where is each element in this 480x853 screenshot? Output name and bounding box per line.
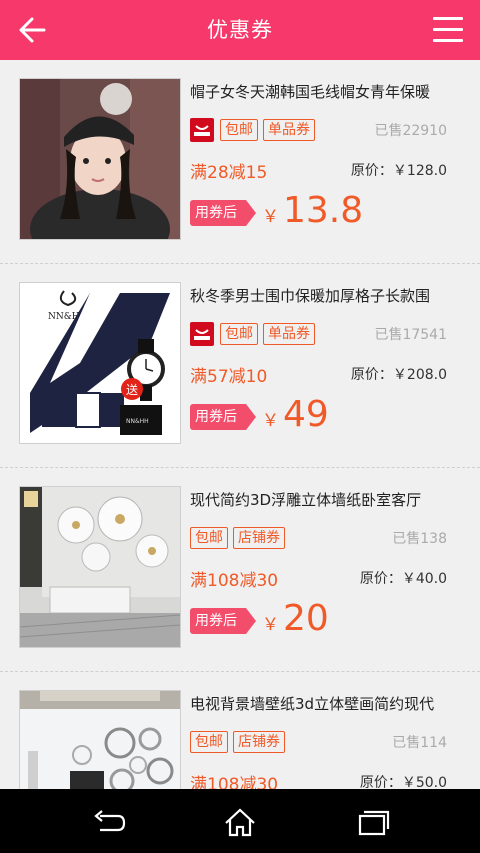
sold-count: 已售114 (392, 735, 447, 751)
box-label: NN&HH (126, 418, 149, 425)
menu-icon[interactable] (430, 12, 466, 48)
tag-free-shipping: 包邮 (220, 323, 258, 345)
list-item[interactable]: 现代简约3D浮雕立体墙纸卧室客厅 包邮 店铺券 已售138 满108减30 原价… (0, 468, 480, 672)
coupon-price: ￥ 20 (262, 598, 329, 639)
tag-row: 包邮 单品券 (190, 118, 320, 142)
tmall-logo-icon (190, 118, 214, 142)
after-coupon-badge: 用券后 (190, 608, 256, 634)
price-value: 13.8 (283, 190, 364, 231)
tag-row: 包邮 店铺券 (190, 730, 290, 754)
discount-rule: 满108减30 (190, 775, 279, 789)
app-bar: 优惠券 (0, 0, 480, 60)
list-item[interactable]: 帽子女冬天潮韩国毛线帽女青年保暖 包邮 单品券 已售22910 满28减15 原… (0, 60, 480, 264)
product-image[interactable] (19, 486, 181, 648)
tag-free-shipping: 包邮 (190, 527, 228, 549)
gift-label: 送 (126, 382, 138, 397)
coupon-price: ￥ 13.8 (262, 190, 363, 231)
tag-free-shipping: 包邮 (220, 119, 258, 141)
page-title: 优惠券 (207, 18, 273, 42)
product-title: 电视背景墙壁纸3d立体壁画简约现代 (190, 695, 435, 713)
discount-rule: 满28减15 (190, 163, 268, 183)
original-price: 原价：￥208.0 (350, 367, 447, 383)
product-image[interactable]: NN&HH 送 NN&HH (19, 282, 181, 444)
discount-rule: 满108减30 (190, 571, 279, 591)
currency-symbol: ￥ (262, 207, 279, 227)
nav-back-icon[interactable] (88, 807, 128, 837)
after-coupon-badge: 用券后 (190, 404, 256, 430)
coupon-price: ￥ 49 (262, 394, 329, 435)
tag-coupon-type: 单品券 (263, 323, 315, 345)
price-value: 49 (283, 394, 329, 435)
product-image[interactable] (19, 690, 181, 789)
currency-symbol: ￥ (262, 411, 279, 431)
sold-count: 已售22910 (374, 123, 447, 139)
nav-recent-apps-icon[interactable] (352, 807, 392, 837)
tag-coupon-type: 店铺券 (233, 731, 285, 753)
nav-home-icon[interactable] (220, 807, 260, 837)
original-price: 原价：￥40.0 (359, 571, 447, 587)
original-price: 原价：￥50.0 (359, 775, 447, 789)
tag-coupon-type: 店铺券 (233, 527, 285, 549)
tag-free-shipping: 包邮 (190, 731, 228, 753)
tag-row: 包邮 单品券 (190, 322, 320, 346)
sold-count: 已售17541 (374, 327, 447, 343)
discount-rule: 满57减10 (190, 367, 268, 387)
product-title: 帽子女冬天潮韩国毛线帽女青年保暖 (190, 83, 431, 101)
system-nav-bar (0, 789, 480, 853)
product-title: 现代简约3D浮雕立体墙纸卧室客厅 (190, 491, 422, 509)
tag-coupon-type: 单品券 (263, 119, 315, 141)
list-item[interactable]: 电视背景墙壁纸3d立体壁画简约现代 包邮 店铺券 已售114 满108减30 原… (0, 672, 480, 789)
list-item[interactable]: NN&HH 送 NN&HH 秋冬季男士围巾保暖加厚格子长款围 包邮 单品券 已售… (0, 264, 480, 468)
tag-row: 包邮 店铺券 (190, 526, 290, 550)
price-value: 20 (283, 598, 329, 639)
product-title: 秋冬季男士围巾保暖加厚格子长款围 (190, 287, 431, 305)
after-coupon-badge: 用券后 (190, 200, 256, 226)
coupon-list[interactable]: 帽子女冬天潮韩国毛线帽女青年保暖 包邮 单品券 已售22910 满28减15 原… (0, 60, 480, 789)
currency-symbol: ￥ (262, 615, 279, 635)
tmall-logo-icon (190, 322, 214, 346)
original-price: 原价：￥128.0 (350, 163, 447, 179)
sold-count: 已售138 (392, 531, 447, 547)
product-image[interactable] (19, 78, 181, 240)
